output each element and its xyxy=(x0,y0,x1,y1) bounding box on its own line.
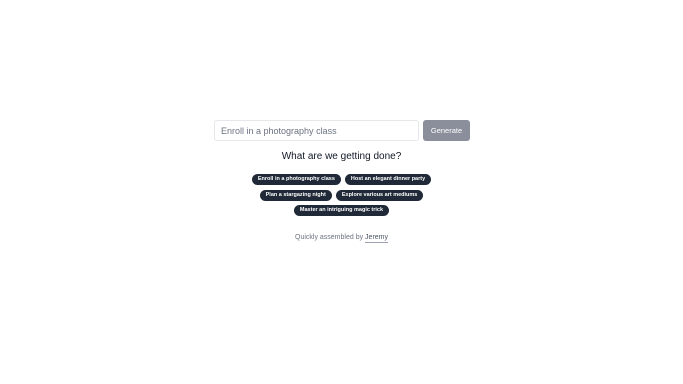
suggestion-chip-stargazing[interactable]: Plan a stargazing night xyxy=(259,189,332,201)
suggestion-chip-art-mediums[interactable]: Explore various art mediums xyxy=(335,189,424,201)
footer: Quickly assembled by Jeremy xyxy=(0,234,683,243)
task-input[interactable] xyxy=(214,120,419,141)
suggestion-row: Plan a stargazing night Explore various … xyxy=(0,189,683,201)
generate-button[interactable]: Generate xyxy=(423,120,470,141)
footer-text: Quickly assembled by xyxy=(295,234,364,241)
suggestion-chip-dinner-party[interactable]: Host an elegant dinner party xyxy=(344,174,432,185)
suggestion-row: Enroll in a photography class Host an el… xyxy=(0,174,683,185)
author-link[interactable]: Jeremy xyxy=(365,234,388,243)
page-heading: What are we getting done? xyxy=(281,151,402,162)
task-form: Generate xyxy=(214,120,470,141)
page: Generate What are we getting done? Enrol… xyxy=(0,0,683,384)
suggestion-chips: Enroll in a photography class Host an el… xyxy=(0,174,683,221)
suggestion-row: Master an intriguing magic trick xyxy=(0,205,683,216)
suggestion-chip-photography[interactable]: Enroll in a photography class xyxy=(251,174,341,185)
suggestion-chip-magic-trick[interactable]: Master an intriguing magic trick xyxy=(293,205,390,216)
